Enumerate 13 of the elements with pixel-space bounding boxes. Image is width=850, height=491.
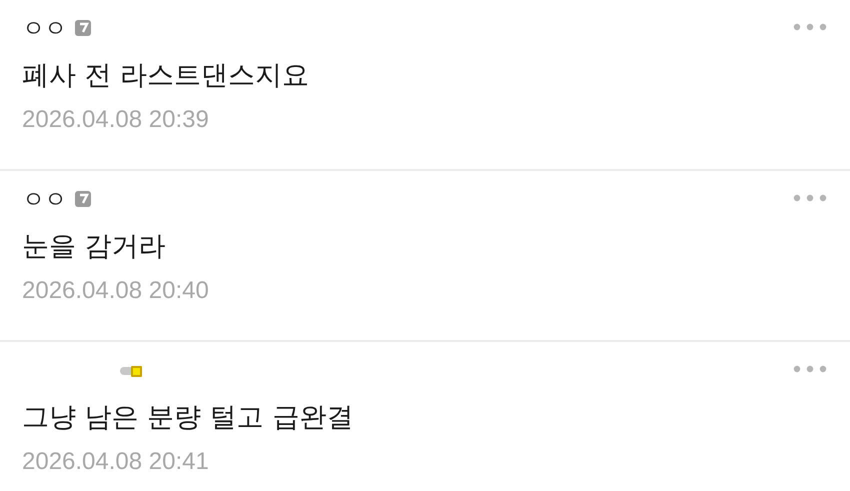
more-icon[interactable] — [792, 193, 828, 203]
badge-icon — [74, 19, 92, 37]
comment-author: ㅇㅇ — [22, 14, 66, 44]
comment-date: 2026.04.08 20:39 — [22, 106, 210, 134]
comment-text: 그냥 남은 분량 털고 급완결 — [22, 401, 354, 435]
comment-text: 폐사 전 라스트댄스지요 — [22, 59, 310, 93]
comment-date: 2026.04.08 20:40 — [22, 277, 210, 305]
comment-text: 눈을 감거라 — [22, 230, 167, 264]
more-icon[interactable] — [792, 22, 828, 32]
comment-author: ㅇㅇ — [22, 186, 66, 214]
more-icon[interactable] — [792, 364, 828, 374]
comment-date: 2026.04.08 20:41 — [22, 448, 210, 476]
badge-icon — [74, 190, 92, 208]
